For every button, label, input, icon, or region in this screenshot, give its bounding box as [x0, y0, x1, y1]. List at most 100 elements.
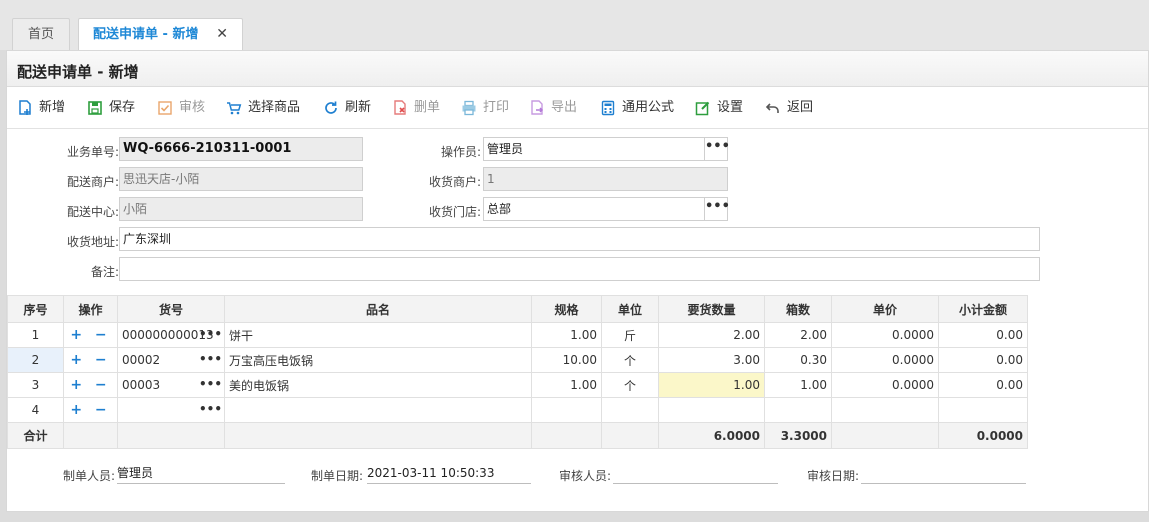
col-header: 要货数量 — [658, 295, 765, 323]
boxes-cell[interactable]: 1.00 — [764, 372, 832, 398]
goods-code: 00002 — [122, 353, 161, 367]
recv-merchant-field[interactable]: 1 — [483, 167, 728, 191]
add-remove-row-icons[interactable]: + − — [70, 352, 110, 368]
table-row[interactable]: 3 + − 00003 ••• 美的电饭锅 1.00 个 1.00 1.00 0.… — [7, 372, 1028, 398]
dist-merchant-label: 配送商户: — [66, 175, 119, 189]
goods-code-cell[interactable]: 000000000013 ••• — [117, 322, 225, 348]
formula-button[interactable]: 通用公式 — [600, 99, 685, 117]
dist-merchant-field[interactable]: 思迅天店-小陌 — [119, 167, 363, 191]
remark-field[interactable] — [119, 257, 1040, 281]
goods-name: 美的电饭锅 — [224, 372, 532, 398]
add-button[interactable]: 新增 — [17, 99, 77, 117]
maker-label: 制单人员: — [63, 469, 116, 483]
qty-cell[interactable]: 3.00 — [658, 347, 765, 373]
col-header: 货号 — [117, 295, 225, 323]
unit: 斤 — [601, 322, 659, 348]
order-no-field[interactable]: WQ-6666-210311-0001 — [119, 137, 363, 161]
new-document-icon — [19, 100, 31, 115]
tab-label: 配送申请单 - 新增 — [93, 27, 199, 42]
total-subtotal: 0.0000 — [938, 422, 1028, 449]
remark-label: 备注: — [90, 265, 119, 279]
add-remove-row-icons[interactable]: + − — [70, 327, 110, 343]
audit-button[interactable]: 审核 — [157, 99, 217, 117]
spec: 1.00 — [531, 322, 602, 348]
recv-store-field[interactable]: 总部 — [483, 197, 705, 221]
auditor-label: 审核人员: — [559, 469, 612, 483]
add-remove-row-icons[interactable]: + − — [70, 377, 110, 393]
add-remove-row-icons[interactable]: + − — [70, 402, 110, 418]
row-ops: + − — [63, 397, 118, 423]
cart-icon — [227, 102, 242, 115]
goods-name — [224, 397, 532, 423]
delete-button[interactable]: 删单 — [392, 99, 452, 117]
price — [831, 397, 939, 423]
print-button[interactable]: 打印 — [461, 99, 521, 117]
col-header: 单价 — [831, 295, 939, 323]
operator-field[interactable]: 管理员 — [483, 137, 705, 161]
auditor-value — [613, 464, 778, 484]
table-row[interactable]: 4 + − ••• — [7, 397, 1028, 423]
save-button[interactable]: 保存 — [87, 99, 147, 117]
tab-home[interactable]: 首页 — [12, 18, 70, 50]
col-header: 小计金额 — [938, 295, 1028, 323]
dist-center-label: 配送中心: — [66, 205, 119, 219]
goods-name: 饼干 — [224, 322, 532, 348]
edit-icon — [695, 101, 710, 116]
goods-code-cell[interactable]: 00002 ••• — [117, 347, 225, 373]
price: 0.0000 — [831, 347, 939, 373]
qty-cell[interactable] — [658, 397, 765, 423]
refresh-icon — [325, 101, 337, 114]
recv-store-label: 收货门店: — [428, 205, 481, 219]
unit — [601, 397, 659, 423]
goods-more-button[interactable]: ••• — [199, 377, 222, 391]
row-ops: + − — [63, 322, 118, 348]
goods-code-cell[interactable]: 00003 ••• — [117, 372, 225, 398]
boxes-cell[interactable]: 0.30 — [764, 347, 832, 373]
address-field[interactable]: 广东深圳 — [119, 227, 1040, 251]
table-row[interactable]: 1 + − 000000000013 ••• 饼干 1.00 斤 2.00 2.0… — [7, 322, 1028, 348]
row-index: 2 — [7, 347, 64, 373]
recv-merchant-label: 收货商户: — [428, 175, 481, 189]
operator-more-button[interactable]: ••• — [704, 137, 730, 161]
price: 0.0000 — [831, 322, 939, 348]
subtotal: 0.00 — [938, 372, 1028, 398]
total-qty: 6.0000 — [658, 422, 765, 449]
qty-cell[interactable]: 2.00 — [658, 322, 765, 348]
goods-code: 00003 — [122, 378, 161, 392]
row-index: 1 — [7, 322, 64, 348]
total-label: 合计 — [7, 422, 64, 449]
tab-distribution-request-new[interactable]: 配送申请单 - 新增 ✕ — [78, 18, 243, 50]
check-box-icon — [158, 101, 172, 115]
audit-date-value — [861, 464, 1026, 484]
address-label: 收货地址: — [66, 235, 119, 249]
row-index: 3 — [7, 372, 64, 398]
goods-more-button[interactable]: ••• — [199, 352, 222, 366]
subtotal — [938, 397, 1028, 423]
back-button[interactable]: 返回 — [765, 99, 825, 117]
make-date-label: 制单日期: — [311, 469, 364, 483]
unit: 个 — [601, 372, 659, 398]
col-header: 操作 — [63, 295, 118, 323]
tab-bar: 首页 配送申请单 - 新增 ✕ — [0, 0, 1149, 50]
settings-button[interactable]: 设置 — [695, 99, 755, 117]
boxes-cell[interactable]: 2.00 — [764, 322, 832, 348]
recv-store-more-button[interactable]: ••• — [704, 197, 730, 221]
spec: 1.00 — [531, 372, 602, 398]
qty-cell-editing[interactable]: 1.00 — [658, 372, 765, 398]
goods-more-button[interactable]: ••• — [199, 402, 222, 416]
select-goods-button[interactable]: 选择商品 — [226, 99, 316, 117]
col-header: 箱数 — [764, 295, 832, 323]
calculator-icon — [601, 100, 615, 116]
table-row[interactable]: 2 + − 00002 ••• 万宝高压电饭锅 10.00 个 3.00 0.30… — [7, 347, 1028, 373]
refresh-button[interactable]: 刷新 — [323, 99, 383, 117]
col-header: 序号 — [7, 295, 64, 323]
subtotal: 0.00 — [938, 322, 1028, 348]
export-button[interactable]: 导出 — [529, 99, 589, 117]
dist-center-field[interactable]: 小陌 — [119, 197, 363, 221]
close-icon[interactable]: ✕ — [216, 19, 228, 50]
col-header: 品名 — [224, 295, 532, 323]
boxes-cell[interactable] — [764, 397, 832, 423]
goods-code-cell[interactable]: ••• — [117, 397, 225, 423]
spec: 10.00 — [531, 347, 602, 373]
goods-more-button[interactable]: ••• — [199, 327, 222, 341]
